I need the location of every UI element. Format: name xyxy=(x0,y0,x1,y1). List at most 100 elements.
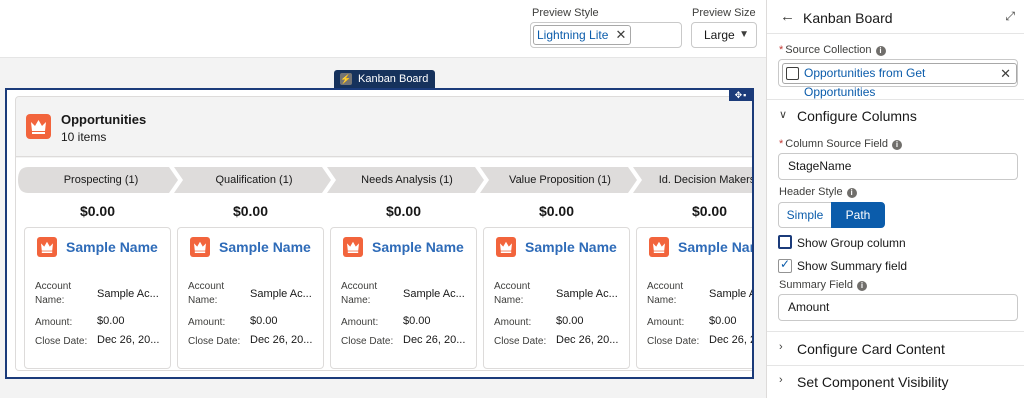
info-icon[interactable]: i xyxy=(856,281,867,291)
source-collection-pill[interactable]: Opportunities from Get Opportunities ✕ xyxy=(782,63,1017,99)
builder-canvas: Preview Style Lightning Lite ✕ Preview S… xyxy=(0,0,766,398)
card-name[interactable]: Sample Name xyxy=(219,239,311,255)
show-group-column-label: Show Group column xyxy=(797,236,906,250)
header-style-path-button[interactable]: Path xyxy=(831,202,885,228)
field-value: $0.00 xyxy=(556,315,584,327)
header-style-simple-button[interactable]: Simple xyxy=(778,202,832,228)
move-icon[interactable]: ✥ xyxy=(735,90,744,100)
path-step-needs-analysis[interactable]: Needs Analysis (1) xyxy=(332,167,482,193)
column-source-field-label: * Column Source Field i xyxy=(779,138,902,150)
board-title: Opportunities xyxy=(61,112,147,127)
field-value: Dec 26, 20... xyxy=(403,334,466,346)
board-item-count: 10 items xyxy=(61,130,107,144)
component-tag[interactable]: ⚡ Kanban Board xyxy=(334,70,436,88)
kanban-card[interactable]: Sample Name Account Name: Sample Ac... A… xyxy=(24,227,171,369)
card-name[interactable]: Sample Name xyxy=(678,239,752,255)
field-label: Close Date: xyxy=(35,336,88,347)
kanban-board: Opportunities 10 items Prospecting (1) Q… xyxy=(15,96,754,371)
preview-style-input[interactable]: Lightning Lite ✕ xyxy=(530,22,682,48)
column-summary: $0.00 xyxy=(79,203,116,219)
card-name[interactable]: Sample Name xyxy=(372,239,464,255)
show-group-column-checkbox[interactable] xyxy=(778,235,792,249)
field-label: Amount: xyxy=(188,317,226,328)
configure-card-content-title[interactable]: Configure Card Content xyxy=(797,341,945,357)
info-icon[interactable]: i xyxy=(846,188,857,198)
preview-size-select[interactable]: Large ▼ xyxy=(691,22,757,48)
field-label: Amount: xyxy=(35,317,73,328)
path-step-decision-makers[interactable]: Id. Decision Makers xyxy=(642,167,752,193)
crown-icon xyxy=(343,237,363,257)
info-icon[interactable]: i xyxy=(892,140,902,150)
info-icon[interactable]: i xyxy=(875,46,886,56)
field-value: $0.00 xyxy=(709,315,737,327)
preview-size-value: Large xyxy=(704,28,735,42)
lightning-bolt-icon: ⚡ xyxy=(340,73,352,85)
crown-icon xyxy=(190,237,210,257)
field-label: Account Name: xyxy=(341,281,378,306)
chevron-down-icon: ∨ xyxy=(779,109,788,121)
source-collection-label-text: Source Collection xyxy=(785,44,872,56)
selected-component-frame[interactable]: Opportunities 10 items Prospecting (1) Q… xyxy=(5,88,754,379)
field-label: Account Name: xyxy=(188,281,225,306)
path-step-prospecting[interactable]: Prospecting (1) xyxy=(26,167,176,193)
field-label: Amount: xyxy=(647,317,685,328)
header-style-label: Header Style i xyxy=(779,186,857,198)
crown-icon xyxy=(496,237,516,257)
summary-field-label: Summary Field i xyxy=(779,279,867,291)
remove-source-icon[interactable]: ✕ xyxy=(1000,64,1011,83)
kanban-card[interactable]: Sample Name Account Name: Sample Ac... A… xyxy=(483,227,630,369)
field-label: Close Date: xyxy=(341,336,394,347)
field-label: Close Date: xyxy=(188,336,241,347)
chevron-right-icon: › xyxy=(779,374,783,386)
remove-style-icon[interactable]: ✕ xyxy=(615,26,626,44)
column-summary: $0.00 xyxy=(232,203,269,219)
checkmark-icon: ✓ xyxy=(780,257,791,271)
field-value: $0.00 xyxy=(250,315,278,327)
kanban-card[interactable]: Sample Name Account Name: Sample A Amoun… xyxy=(636,227,754,369)
summary-field-input[interactable]: Amount xyxy=(778,294,1018,321)
card-name[interactable]: Sample Name xyxy=(66,239,158,255)
field-label: Amount: xyxy=(494,317,532,328)
crown-icon xyxy=(37,237,57,257)
panel-header: ← Kanban Board ⤢ xyxy=(767,0,1024,34)
card-name[interactable]: Sample Name xyxy=(525,239,617,255)
crown-icon xyxy=(26,114,51,139)
show-summary-field-checkbox[interactable]: ✓ xyxy=(778,257,792,273)
kanban-card[interactable]: Sample Name Account Name: Sample Ac... A… xyxy=(330,227,477,369)
component-tag-label: Kanban Board xyxy=(358,73,429,85)
preview-toolbar: Preview Style Lightning Lite ✕ Preview S… xyxy=(0,0,766,58)
configure-card-content-section[interactable]: › Configure Card Content xyxy=(767,331,1024,365)
set-component-visibility-title[interactable]: Set Component Visibility xyxy=(797,374,948,390)
column-summary: $0.00 xyxy=(385,203,422,219)
path-step-value-proposition[interactable]: Value Proposition (1) xyxy=(485,167,635,193)
back-arrow-icon[interactable]: ← xyxy=(780,8,795,25)
header-style-label-text: Header Style xyxy=(779,186,843,198)
set-component-visibility-section[interactable]: › Set Component Visibility xyxy=(767,365,1024,398)
field-value: Dec 26, 2 xyxy=(709,334,754,346)
field-label: Close Date: xyxy=(647,336,700,347)
field-label: Account Name: xyxy=(647,281,684,306)
preview-size-label: Preview Size xyxy=(692,7,756,19)
field-value: Sample A xyxy=(709,288,754,300)
kanban-card[interactable]: Sample Name Account Name: Sample Ac... A… xyxy=(177,227,324,369)
field-value: Sample Ac... xyxy=(250,288,312,300)
crown-icon xyxy=(649,237,669,257)
panel-title: Kanban Board xyxy=(803,10,893,26)
preview-style-pill[interactable]: Lightning Lite ✕ xyxy=(533,25,632,45)
preview-style-value: Lightning Lite xyxy=(537,28,609,42)
trash-icon[interactable]: ▪ xyxy=(743,90,747,100)
configure-columns-section[interactable]: ∨ Configure Columns xyxy=(767,99,1024,127)
field-label: Account Name: xyxy=(494,281,531,306)
chevron-right-icon: › xyxy=(779,341,783,353)
configure-columns-title[interactable]: Configure Columns xyxy=(797,108,917,124)
path-step-qualification[interactable]: Qualification (1) xyxy=(179,167,329,193)
field-value: Sample Ac... xyxy=(403,288,465,300)
field-value: Sample Ac... xyxy=(97,288,159,300)
source-collection-input[interactable]: Opportunities from Get Opportunities ✕ xyxy=(778,59,1018,99)
move-delete-toolbar[interactable]: ✥▪ xyxy=(729,89,753,101)
column-source-field-input[interactable]: StageName xyxy=(778,153,1018,180)
board-header: Opportunities 10 items xyxy=(16,97,752,157)
column-summary: $0.00 xyxy=(691,203,728,219)
expand-icon[interactable]: ⤢ xyxy=(1005,9,1015,24)
column-summary: $0.00 xyxy=(538,203,575,219)
